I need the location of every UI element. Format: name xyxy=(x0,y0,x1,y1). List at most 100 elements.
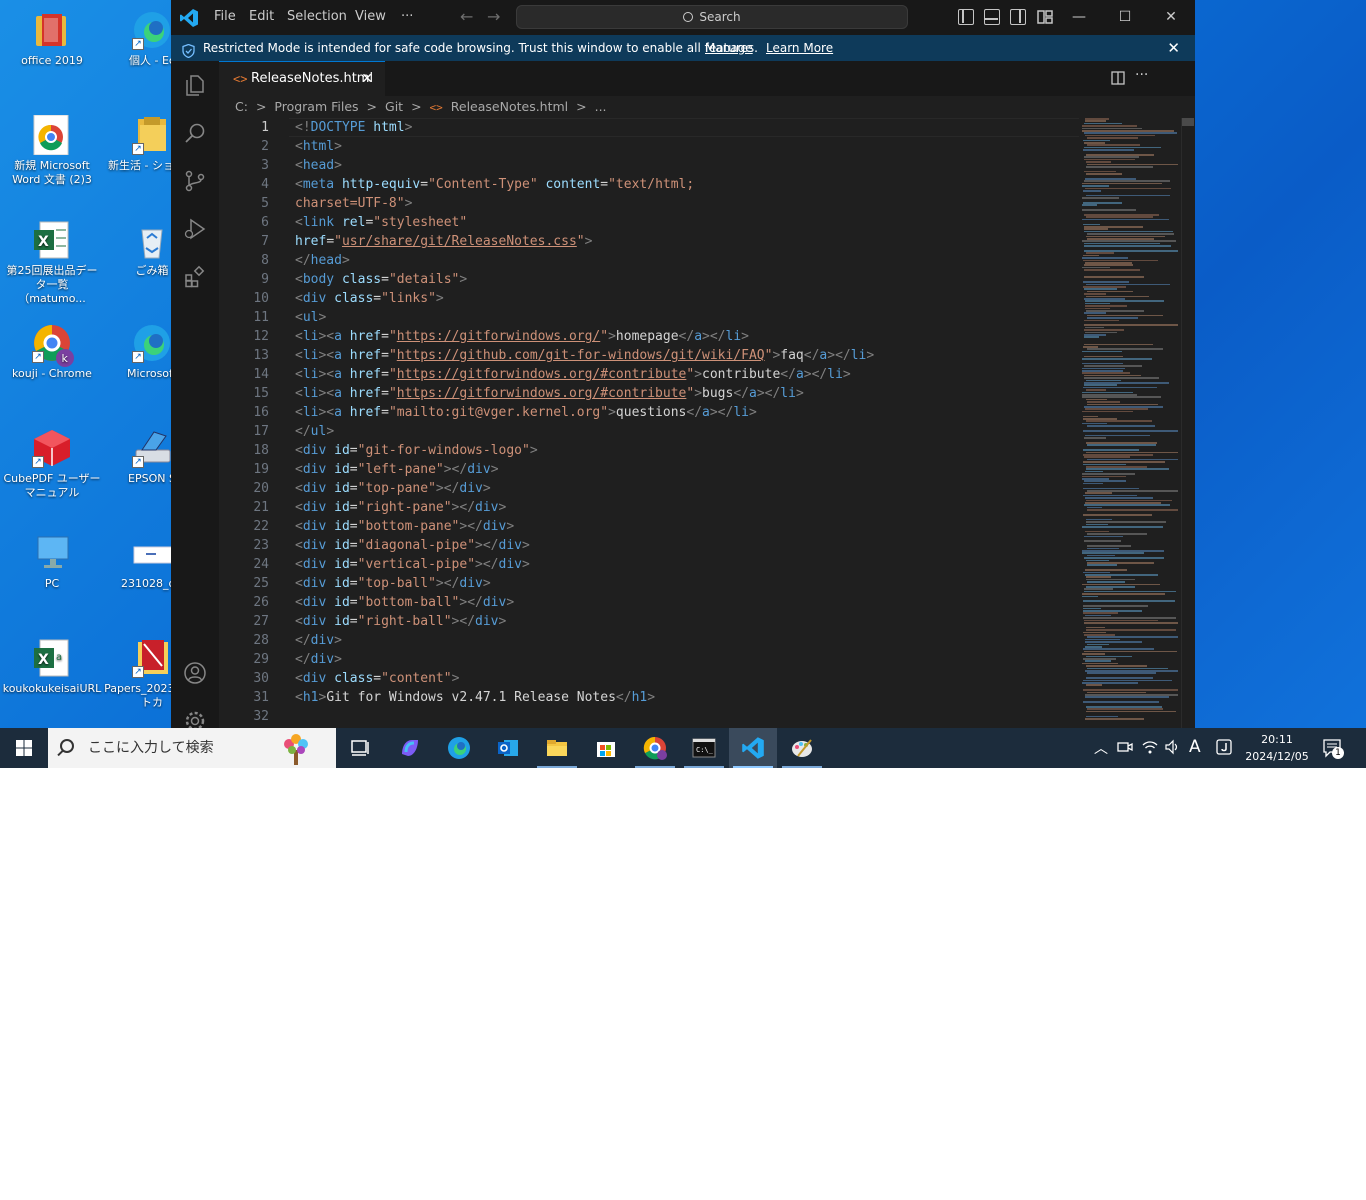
taskbar-vscode[interactable] xyxy=(729,728,777,768)
menu-file[interactable]: File xyxy=(214,9,236,24)
code-line[interactable]: 2 <html> xyxy=(219,137,1119,156)
taskbar-edge[interactable] xyxy=(435,728,483,768)
wifi-icon[interactable] xyxy=(1142,739,1158,759)
desktop-icon-excel-data[interactable]: X 第25回展出品データ一覧（matumo... xyxy=(2,220,102,306)
taskbar-search-box[interactable]: ここに入力して検索 xyxy=(48,728,336,768)
close-tab-icon[interactable]: ✕ xyxy=(361,62,373,96)
code-line[interactable]: 26 <div id="bottom-ball"></div> xyxy=(219,593,1119,612)
minimize-button[interactable]: — xyxy=(1056,0,1102,35)
desktop-icon-cubepdf-manual[interactable]: ↗ CubePDF ユーザーマニュアル xyxy=(2,428,102,500)
code-token: < xyxy=(295,595,303,610)
code-line[interactable]: 27 <div id="right-ball"></div> xyxy=(219,612,1119,631)
show-hidden-icons-chevron-icon[interactable]: ︿ xyxy=(1094,738,1108,758)
code-line[interactable]: 7 href="usr/share/git/ReleaseNotes.css"> xyxy=(219,232,1119,251)
breadcrumb-drive[interactable]: C: xyxy=(235,99,248,114)
menu-view[interactable]: View xyxy=(355,9,386,24)
back-arrow-icon[interactable]: ← xyxy=(460,7,473,26)
desktop-icon-chrome-kouji[interactable]: k ↗ kouji - Chrome xyxy=(2,323,102,381)
code-text: <!DOCTYPE html> xyxy=(295,118,412,137)
explorer-icon[interactable] xyxy=(183,73,207,97)
volume-icon[interactable] xyxy=(1164,739,1180,759)
desktop-icon-word-shortcut[interactable]: 新規 Microsoft Word 文書 (2)3 xyxy=(2,114,102,187)
customize-layout-icon[interactable] xyxy=(1037,9,1053,25)
taskbar-chrome[interactable] xyxy=(631,728,679,768)
code-line[interactable]: 20 <div id="top-pane"></div> xyxy=(219,479,1119,498)
breadcrumb-file[interactable]: ReleaseNotes.html xyxy=(451,99,568,114)
manage-link[interactable]: Manage xyxy=(705,35,753,61)
code-line[interactable]: 3 <head> xyxy=(219,156,1119,175)
toggle-primary-sidebar-icon[interactable] xyxy=(958,9,974,25)
code-line[interactable]: 22 <div id="bottom-pane"></div> xyxy=(219,517,1119,536)
close-window-button[interactable]: ✕ xyxy=(1148,0,1194,35)
code-line[interactable]: 17 </ul> xyxy=(219,422,1119,441)
close-banner-icon[interactable]: ✕ xyxy=(1167,35,1180,61)
menu-more[interactable]: ··· xyxy=(401,9,413,24)
code-line[interactable]: 25 <div id="top-ball"></div> xyxy=(219,574,1119,593)
code-editor[interactable]: 1 <!DOCTYPE html> 2 <html> 3 <head> 4 <meta htt… xyxy=(219,118,1180,728)
extensions-icon[interactable] xyxy=(183,265,207,289)
breadcrumb-symbol[interactable]: ... xyxy=(595,99,607,114)
desktop-icon-koukoku-url[interactable]: Xa koukokukeisaiURL xyxy=(2,638,102,696)
code-line[interactable]: 9 <body class="details"> xyxy=(219,270,1119,289)
source-control-icon[interactable] xyxy=(183,169,207,193)
split-editor-icon[interactable] xyxy=(1111,71,1125,89)
code-line[interactable]: 14 <li><a href="https://gitforwindows.org… xyxy=(219,365,1119,384)
task-view-button[interactable] xyxy=(336,728,384,768)
ime-toggle-icon[interactable] xyxy=(1216,739,1232,759)
code-line[interactable]: 15 <li><a href="https://gitforwindows.org… xyxy=(219,384,1119,403)
desktop-icon-office-2019[interactable]: office 2019 xyxy=(2,10,102,68)
code-line[interactable]: 10 <div class="links"> xyxy=(219,289,1119,308)
taskbar-terminal[interactable]: C:\_ xyxy=(680,728,728,768)
menu-selection[interactable]: Selection xyxy=(287,9,347,24)
start-button[interactable] xyxy=(0,728,48,768)
code-line[interactable]: 4 <meta http-equiv="Content-Type" content… xyxy=(219,175,1119,194)
taskbar-outlook[interactable] xyxy=(484,728,532,768)
code-line[interactable]: 1 <!DOCTYPE html> xyxy=(219,118,1119,137)
code-line[interactable]: 11 <ul> xyxy=(219,308,1119,327)
command-center-search[interactable]: Search xyxy=(516,5,908,29)
code-line[interactable]: 13 <li><a href="https://github.com/git-fo… xyxy=(219,346,1119,365)
code-line[interactable]: 23 <div id="diagonal-pipe"></div> xyxy=(219,536,1119,555)
scrollbar-thumb[interactable] xyxy=(1182,118,1194,126)
taskbar-file-explorer[interactable] xyxy=(533,728,581,768)
code-line[interactable]: 21 <div id="right-pane"></div> xyxy=(219,498,1119,517)
search-icon[interactable] xyxy=(183,121,207,145)
run-and-debug-icon[interactable] xyxy=(183,217,207,241)
code-line[interactable]: 5 charset=UTF-8"> xyxy=(219,194,1119,213)
more-actions-icon[interactable]: ··· xyxy=(1135,67,1148,83)
code-line[interactable]: 24 <div id="vertical-pipe"></div> xyxy=(219,555,1119,574)
taskbar-paint[interactable] xyxy=(778,728,826,768)
code-line[interactable]: 32 xyxy=(219,707,1119,726)
menu-edit[interactable]: Edit xyxy=(249,9,274,24)
code-line[interactable]: 31 <h1>Git for Windows v2.47.1 Release No… xyxy=(219,688,1119,707)
code-line[interactable]: 19 <div id="left-pane"></div> xyxy=(219,460,1119,479)
minimap-line xyxy=(1084,156,1139,158)
vertical-scrollbar[interactable] xyxy=(1181,118,1195,728)
tab-release-notes[interactable]: <> ReleaseNotes.html ✕ xyxy=(219,61,385,96)
taskbar-store[interactable] xyxy=(582,728,630,768)
code-token: > xyxy=(404,120,413,135)
code-line[interactable]: 8 </head> xyxy=(219,251,1119,270)
breadcrumb-git[interactable]: Git xyxy=(385,99,403,114)
code-line[interactable]: 28 </div> xyxy=(219,631,1119,650)
maximize-button[interactable]: ☐ xyxy=(1102,0,1148,35)
desktop-icon-pc[interactable]: PC xyxy=(2,533,102,591)
code-line[interactable]: 16 <li><a href="mailto:git@vger.kernel.or… xyxy=(219,403,1119,422)
code-line[interactable]: 30 <div class="content"> xyxy=(219,669,1119,688)
breadcrumb-program-files[interactable]: Program Files xyxy=(274,99,358,114)
toggle-secondary-sidebar-icon[interactable] xyxy=(1010,9,1026,25)
ime-mode-indicator[interactable]: A xyxy=(1189,737,1201,757)
notification-center-icon[interactable]: 1 xyxy=(1322,738,1344,759)
taskbar-copilot[interactable] xyxy=(386,728,434,768)
accounts-icon[interactable] xyxy=(183,661,207,685)
code-line[interactable]: 18 <div id="git-for-windows-logo"> xyxy=(219,441,1119,460)
toggle-panel-icon[interactable] xyxy=(984,9,1000,25)
learn-more-link[interactable]: Learn More xyxy=(766,35,833,61)
minimap[interactable] xyxy=(1080,118,1182,728)
code-line[interactable]: 12 <li><a href="https://gitforwindows.org… xyxy=(219,327,1119,346)
meet-now-icon[interactable] xyxy=(1117,739,1133,759)
code-line[interactable]: 29 </div> xyxy=(219,650,1119,669)
system-clock[interactable]: 20:11 2024/12/05 xyxy=(1240,731,1314,765)
code-line[interactable]: 6 <link rel="stylesheet" xyxy=(219,213,1119,232)
forward-arrow-icon[interactable]: → xyxy=(487,7,500,26)
